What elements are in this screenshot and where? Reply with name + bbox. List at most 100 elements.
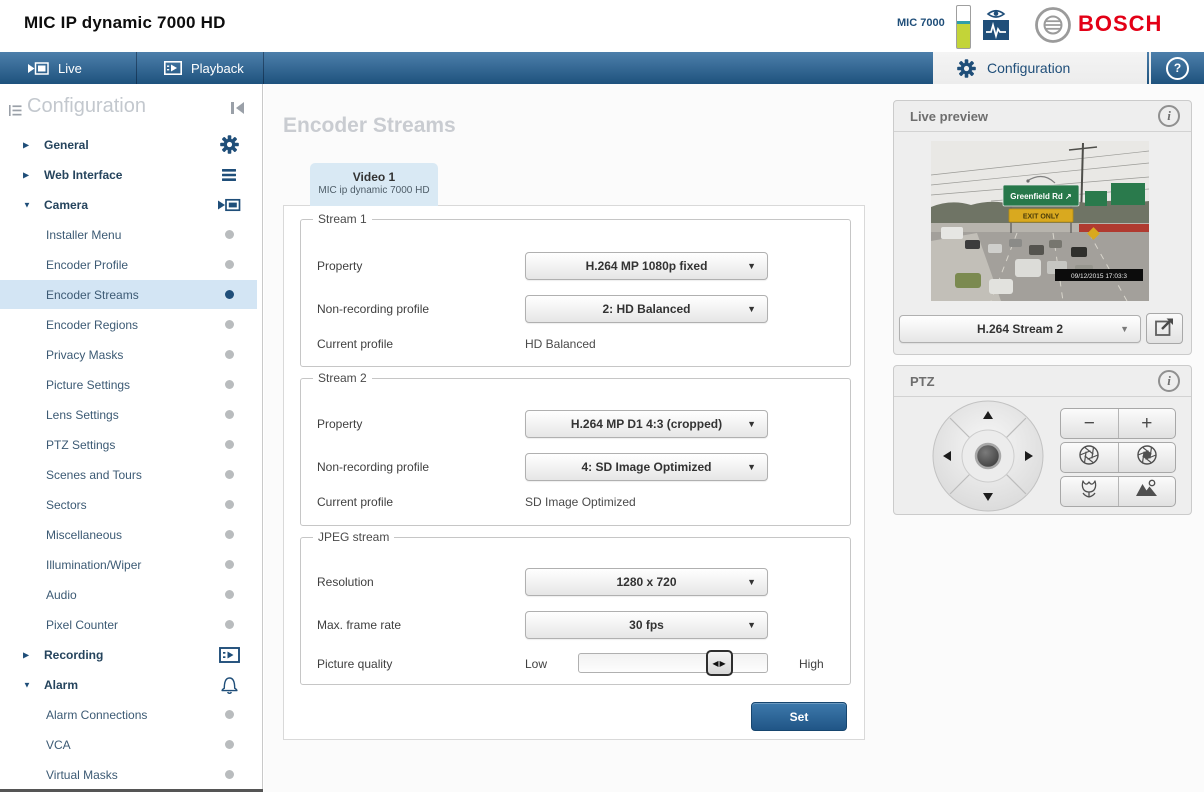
- sidebar-item-label: Illumination/Wiper: [46, 557, 142, 572]
- preview-stream-dropdown[interactable]: H.264 Stream 2 ▼: [899, 315, 1141, 343]
- menu-icon: [216, 162, 242, 188]
- main-nav-bar: Live Playback Configuration ?: [0, 52, 1204, 84]
- stream1-legend: Stream 1: [313, 212, 372, 226]
- sidebar-item-ptz-settings[interactable]: PTZ Settings: [0, 430, 257, 459]
- iris-button-group: [1060, 442, 1176, 473]
- dot-icon: [216, 702, 242, 728]
- sidebar-item-general[interactable]: ▶ General: [0, 130, 257, 159]
- stream2-profile-dropdown[interactable]: 4: SD Image Optimized ▼: [525, 453, 768, 481]
- open-in-new-window-button[interactable]: [1146, 313, 1183, 344]
- plus-icon: +: [1141, 412, 1153, 434]
- zoom-out-button[interactable]: −: [1061, 409, 1118, 438]
- gear-icon: [216, 132, 242, 158]
- stream2-profile-label: Non-recording profile: [317, 460, 430, 474]
- chevron-down-icon: ▼: [747, 261, 756, 271]
- tab-configuration[interactable]: Configuration: [933, 52, 1147, 84]
- resolution-dropdown[interactable]: 1280 x 720 ▼: [525, 568, 768, 596]
- focus-near-button[interactable]: [1061, 477, 1118, 506]
- dot-icon: [216, 762, 242, 788]
- sidebar-item-lens-settings[interactable]: Lens Settings: [0, 400, 257, 429]
- sidebar-item-label: Encoder Profile: [46, 257, 129, 272]
- ptz-title: PTZ: [910, 374, 935, 389]
- sidebar-item-label: Picture Settings: [46, 377, 131, 392]
- iris-open-button[interactable]: [1117, 443, 1176, 472]
- sidebar-item-label: Scenes and Tours: [46, 467, 142, 482]
- dot-icon: [216, 402, 242, 428]
- live-camera-icon: [28, 61, 49, 75]
- dot-icon: [216, 492, 242, 518]
- sidebar-item-label: Installer Menu: [46, 227, 122, 242]
- sidebar-item-encoder-streams[interactable]: Encoder Streams: [0, 280, 257, 309]
- live-preview-image: Greenfield Rd ↗ EXIT ONLY 09/12/2015 17:…: [931, 141, 1149, 301]
- dot-icon: [216, 312, 242, 338]
- quality-label: Picture quality: [317, 657, 393, 671]
- sidebar-item-encoder-profile[interactable]: Encoder Profile: [0, 250, 257, 279]
- dot-icon: [216, 732, 242, 758]
- chevron-down-icon: ▼: [747, 577, 756, 587]
- sidebar-item-label: Lens Settings: [46, 407, 119, 422]
- quality-slider-track[interactable]: ◀▶: [578, 650, 768, 676]
- sidebar-item-label: Alarm Connections: [46, 707, 148, 722]
- sidebar-item-recording[interactable]: ▶ Recording: [0, 640, 257, 669]
- tab-live[interactable]: Live: [0, 52, 137, 84]
- panel-divider: [894, 131, 1191, 132]
- sidebar-item-encoder-regions[interactable]: Encoder Regions: [0, 310, 257, 339]
- quality-slider-handle[interactable]: ◀▶: [706, 650, 733, 676]
- stream1-property-dropdown[interactable]: H.264 MP 1080p fixed ▼: [525, 252, 768, 280]
- tab-video-1-subtitle: MIC ip dynamic 7000 HD: [318, 185, 430, 196]
- device-label: MIC 7000: [897, 17, 945, 29]
- sidebar-item-pixel-counter[interactable]: Pixel Counter: [0, 610, 257, 639]
- tab-configuration-label: Configuration: [987, 60, 1071, 76]
- tab-playback[interactable]: Playback: [138, 52, 264, 84]
- resolution-label: Resolution: [317, 575, 374, 589]
- dot-icon: [216, 612, 242, 638]
- page-title: MIC IP dynamic 7000 HD: [24, 13, 226, 32]
- sidebar-collapse-button[interactable]: [231, 101, 249, 115]
- sidebar-item-miscellaneous[interactable]: Miscellaneous: [0, 520, 257, 549]
- tree-arrow-icon: ▶: [23, 650, 30, 659]
- timestamp-overlay: 09/12/2015 17:03:3: [1071, 273, 1127, 280]
- sidebar-item-virtual-masks[interactable]: Virtual Masks: [0, 760, 257, 789]
- quality-high-label: High: [799, 657, 824, 671]
- sidebar-item-picture-settings[interactable]: Picture Settings: [0, 370, 257, 399]
- stream1-property-value: H.264 MP 1080p fixed: [585, 259, 708, 273]
- sidebar-item-audio[interactable]: Audio: [0, 580, 257, 609]
- stream1-current-value: HD Balanced: [525, 337, 596, 351]
- info-icon[interactable]: i: [1158, 105, 1180, 127]
- sidebar-item-alarm-connections[interactable]: Alarm Connections: [0, 700, 257, 729]
- sidebar-item-installer-menu[interactable]: Installer Menu: [0, 220, 257, 249]
- sidebar-item-illumination-wiper[interactable]: Illumination/Wiper: [0, 550, 257, 579]
- zoom-in-button[interactable]: +: [1117, 409, 1176, 438]
- iris-close-button[interactable]: [1061, 443, 1118, 472]
- sidebar-item-sectors[interactable]: Sectors: [0, 490, 257, 519]
- active-dot-icon: [216, 282, 242, 308]
- sidebar-item-label: Encoder Streams: [46, 287, 139, 302]
- sidebar-item-label: Recording: [44, 647, 104, 662]
- sidebar-item-alarm[interactable]: ▼ Alarm: [0, 670, 257, 699]
- sidebar-item-label: General: [44, 137, 89, 152]
- joystick-knob: [974, 442, 1002, 470]
- framerate-dropdown[interactable]: 30 fps ▼: [525, 611, 768, 639]
- tab-video-1[interactable]: Video 1 MIC ip dynamic 7000 HD: [310, 163, 438, 206]
- focus-far-button[interactable]: [1117, 477, 1176, 506]
- help-button[interactable]: ?: [1149, 52, 1204, 84]
- sidebar-item-label: Pixel Counter: [46, 617, 119, 632]
- stream2-property-dropdown[interactable]: H.264 MP D1 4:3 (cropped) ▼: [525, 410, 768, 438]
- chevron-down-icon: ▼: [747, 419, 756, 429]
- sidebar-item-label: Virtual Masks: [46, 767, 118, 782]
- sidebar-item-camera[interactable]: ▼ Camera: [0, 190, 257, 219]
- sidebar-item-vca[interactable]: VCA: [0, 730, 257, 759]
- bosch-logo-text: BOSCH: [1078, 11, 1163, 36]
- section-title: Encoder Streams: [283, 114, 456, 137]
- sidebar-item-label: Web Interface: [44, 167, 123, 182]
- ptz-joystick[interactable]: [928, 398, 1048, 514]
- stream1-profile-dropdown[interactable]: 2: HD Balanced ▼: [525, 295, 768, 323]
- sidebar-item-privacy-masks[interactable]: Privacy Masks: [0, 340, 257, 369]
- set-button[interactable]: Set: [751, 702, 847, 731]
- stream2-legend: Stream 2: [313, 371, 372, 385]
- tab-playback-label: Playback: [191, 60, 244, 76]
- info-icon[interactable]: i: [1158, 370, 1180, 392]
- sidebar-item-scenes-and-tours[interactable]: Scenes and Tours: [0, 460, 257, 489]
- framerate-label: Max. frame rate: [317, 618, 402, 632]
- sidebar-item-web-interface[interactable]: ▶ Web Interface: [0, 160, 257, 189]
